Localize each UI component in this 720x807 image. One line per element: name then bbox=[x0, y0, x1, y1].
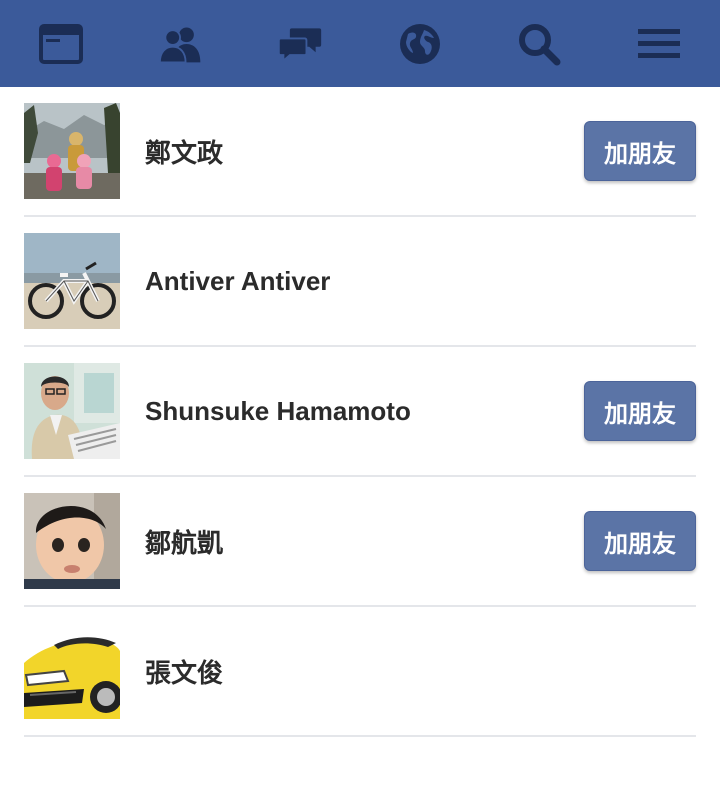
notifications-globe-icon[interactable] bbox=[397, 21, 443, 67]
list-item: 鄒航凱 加朋友 bbox=[24, 477, 696, 607]
add-friend-button[interactable]: 加朋友 bbox=[584, 511, 696, 571]
person-name[interactable]: 張文俊 bbox=[145, 653, 696, 690]
bicycle-photo-image bbox=[24, 233, 120, 329]
add-friend-button[interactable]: 加朋友 bbox=[584, 381, 696, 441]
avatar[interactable] bbox=[24, 493, 120, 589]
people-list: 鄭文政 加朋友 Antiver Antiver Shunsuke Hamamot… bbox=[0, 87, 720, 737]
list-item: Antiver Antiver bbox=[24, 217, 696, 347]
search-icon[interactable] bbox=[516, 21, 562, 67]
avatar[interactable] bbox=[24, 103, 120, 199]
top-navigation-bar bbox=[0, 0, 720, 87]
person-name[interactable]: 鄒航凱 bbox=[145, 523, 584, 560]
family-photo-image bbox=[24, 103, 120, 199]
list-item: 張文俊 bbox=[24, 607, 696, 737]
toddler-photo-image bbox=[24, 493, 120, 589]
person-name[interactable]: 鄭文政 bbox=[145, 133, 584, 170]
person-name[interactable]: Antiver Antiver bbox=[145, 266, 696, 297]
menu-icon[interactable] bbox=[636, 21, 682, 67]
sports-car-photo-image bbox=[24, 623, 120, 719]
friend-requests-icon[interactable] bbox=[158, 21, 204, 67]
list-item: 鄭文政 加朋友 bbox=[24, 87, 696, 217]
list-item: Shunsuke Hamamoto 加朋友 bbox=[24, 347, 696, 477]
news-feed-icon[interactable] bbox=[38, 21, 84, 67]
add-friend-button[interactable]: 加朋友 bbox=[584, 121, 696, 181]
messages-icon[interactable] bbox=[277, 21, 323, 67]
avatar[interactable] bbox=[24, 233, 120, 329]
person-name[interactable]: Shunsuke Hamamoto bbox=[145, 396, 584, 427]
avatar[interactable] bbox=[24, 363, 120, 459]
man-reading-photo-image bbox=[24, 363, 120, 459]
avatar[interactable] bbox=[24, 623, 120, 719]
